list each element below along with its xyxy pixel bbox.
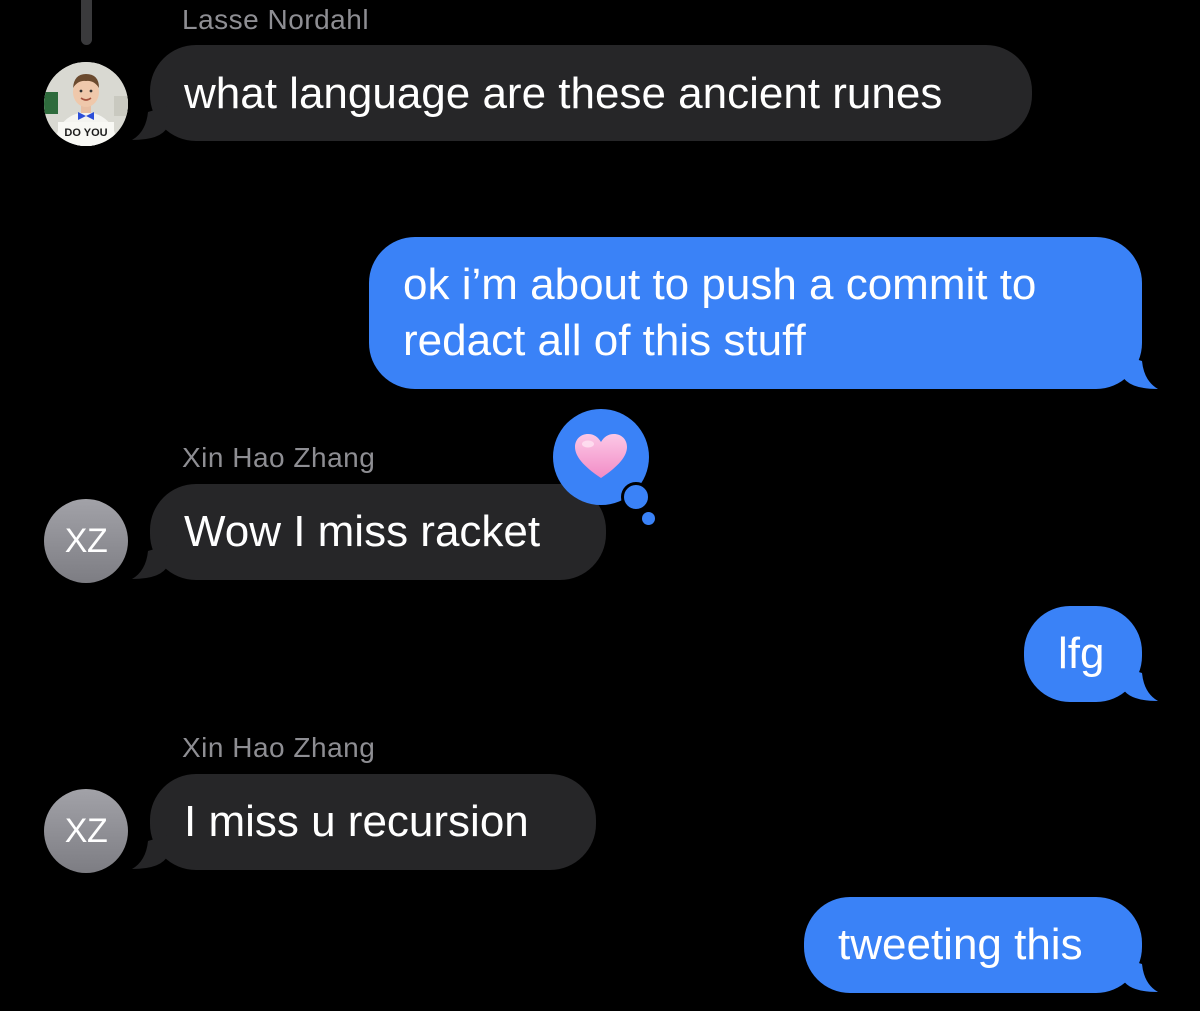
heart-icon (575, 434, 627, 478)
avatar-lasse-photo[interactable]: DO YOU (44, 62, 128, 146)
message-text: what language are these ancient runes (184, 69, 943, 118)
outgoing-bubble-tail (1122, 958, 1158, 992)
incoming-message-bubble[interactable]: what language are these ancient runes (150, 45, 1032, 141)
avatar-xz[interactable]: XZ (44, 499, 128, 583)
message-text: tweeting this (838, 920, 1083, 969)
avatar-xz[interactable]: XZ (44, 789, 128, 873)
outgoing-message-bubble[interactable]: tweeting this (804, 897, 1142, 993)
avatar-initials: XZ (64, 521, 108, 560)
sender-name-lasse: Lasse Nordahl (182, 4, 370, 35)
incoming-bubble-tail (132, 545, 168, 579)
incoming-message-bubble[interactable]: Wow I miss racket (150, 484, 606, 580)
message-text: I miss u recursion (184, 797, 529, 846)
sender-name-xin: Xin Hao Zhang (182, 732, 376, 763)
message-text: lfg (1058, 629, 1105, 678)
thread-connector (81, 0, 92, 45)
avatar-sign-text: DO YOU (64, 127, 107, 139)
message-text: Wow I miss racket (184, 507, 541, 556)
incoming-message-bubble[interactable]: I miss u recursion (150, 774, 596, 870)
tapback-bubble-dot (621, 482, 651, 512)
tapback-bubble-dot-small (642, 512, 655, 525)
avatar-initials: XZ (64, 811, 108, 850)
outgoing-message-bubble[interactable]: ok i’m about to push a commit to redact … (369, 237, 1142, 389)
outgoing-bubble-tail (1122, 667, 1158, 701)
sender-name-xin: Xin Hao Zhang (182, 442, 376, 473)
incoming-bubble-tail (132, 835, 168, 869)
incoming-bubble-tail (132, 106, 168, 140)
message-text-line-2: redact all of this stuff (403, 316, 806, 365)
avatar-photo-image: DO YOU (44, 62, 128, 146)
outgoing-bubble-tail (1122, 355, 1158, 389)
message-text-line-1: ok i’m about to push a commit to (403, 260, 1037, 309)
